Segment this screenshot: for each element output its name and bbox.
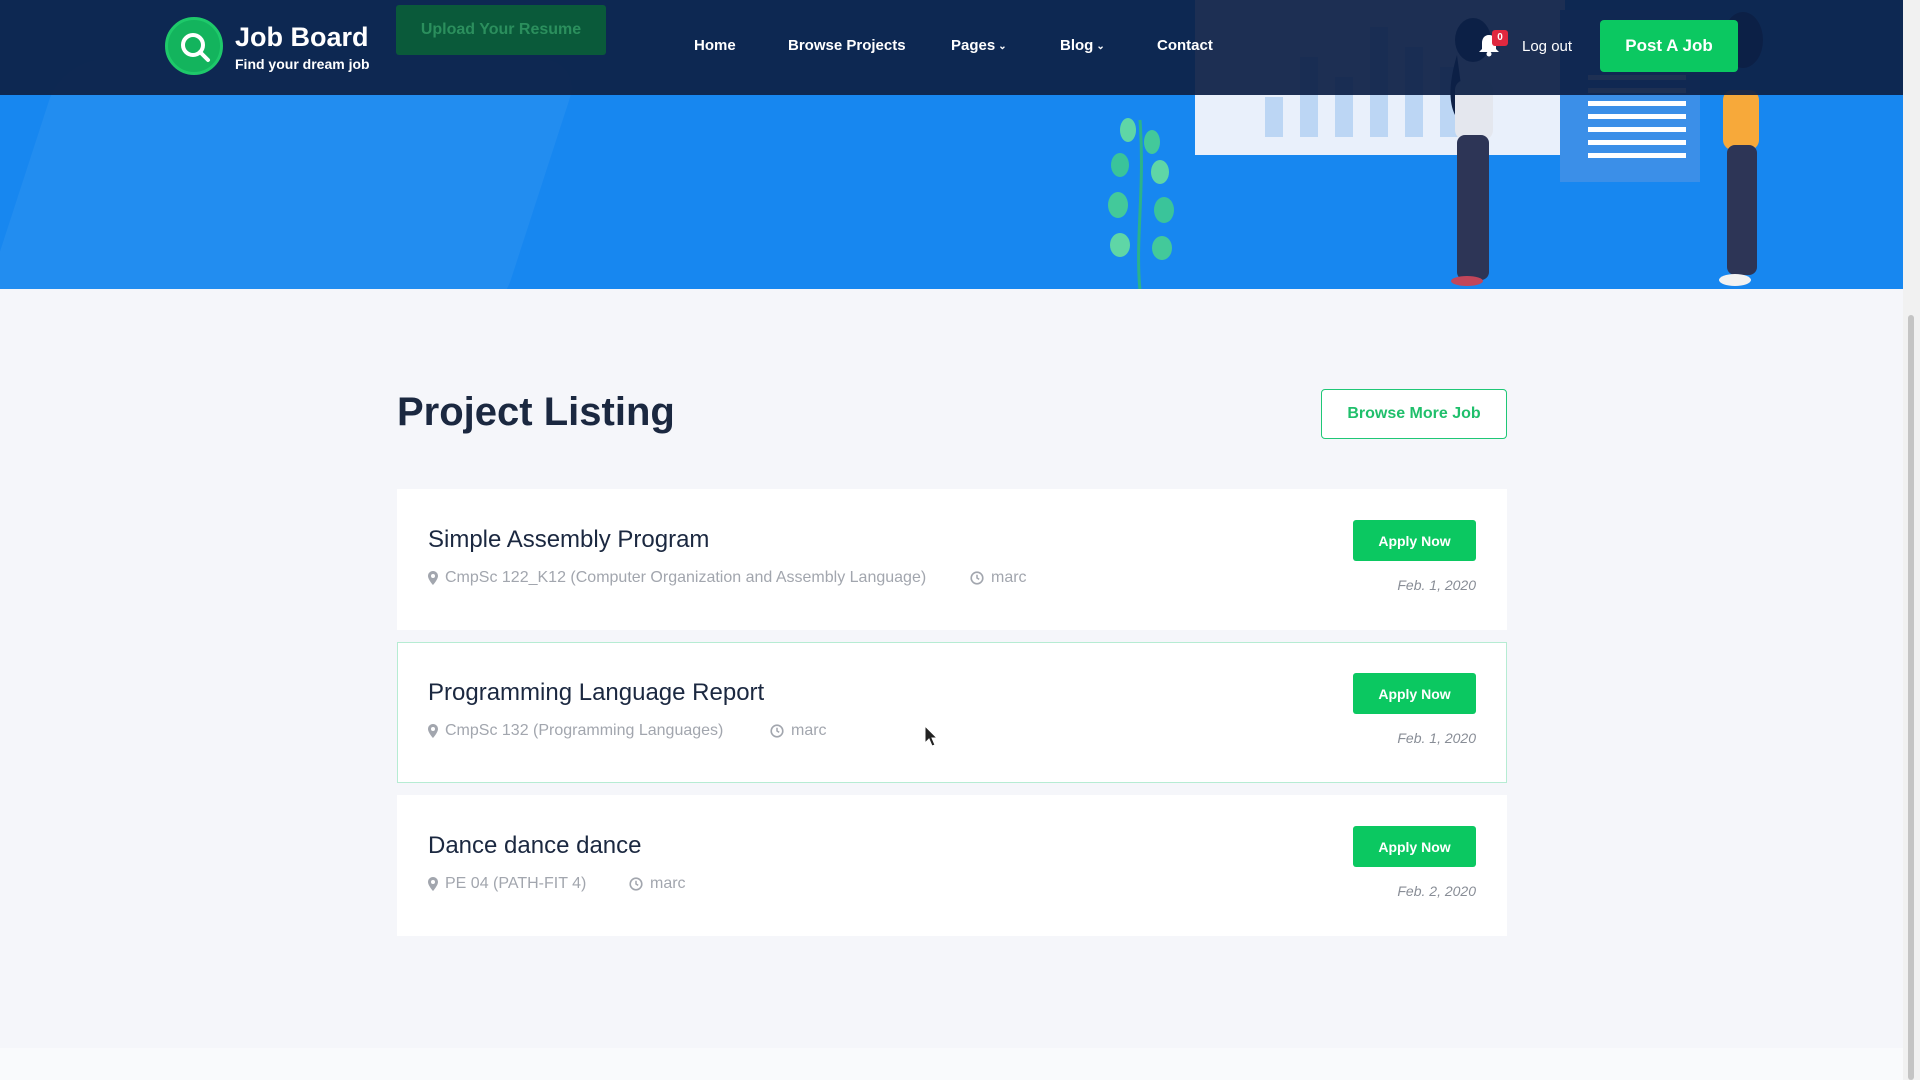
clock-icon bbox=[629, 877, 643, 891]
job-author: marc bbox=[770, 722, 827, 740]
brand-name[interactable]: Job Board bbox=[235, 22, 369, 53]
job-course-label: CmpSc 122_K12 (Computer Organization and… bbox=[445, 569, 927, 586]
job-card: Programming Language Report CmpSc 132 (P… bbox=[397, 642, 1507, 783]
scrollbar-thumb[interactable] bbox=[1908, 315, 1914, 1080]
brand-tagline: Find your dream job bbox=[235, 56, 370, 72]
job-course: CmpSc 132 (Programming Languages) bbox=[428, 722, 723, 740]
clock-icon bbox=[970, 571, 984, 585]
notification-count-badge: 0 bbox=[1492, 30, 1508, 46]
job-date: Feb. 1, 2020 bbox=[1397, 577, 1476, 593]
post-job-button[interactable]: Post A Job bbox=[1600, 20, 1738, 72]
job-date: Feb. 1, 2020 bbox=[1397, 730, 1476, 746]
job-title[interactable]: Simple Assembly Program bbox=[428, 526, 709, 554]
nav-contact[interactable]: Contact bbox=[1157, 37, 1213, 54]
apply-now-button[interactable]: Apply Now bbox=[1353, 826, 1476, 867]
nav-pages-label: Pages bbox=[951, 37, 996, 54]
job-author: marc bbox=[970, 569, 1027, 587]
job-date: Feb. 2, 2020 bbox=[1397, 883, 1476, 899]
job-course-label: CmpSc 132 (Programming Languages) bbox=[445, 722, 724, 739]
chevron-down-icon: ⌄ bbox=[1096, 40, 1105, 52]
browse-more-button[interactable]: Browse More Job bbox=[1321, 389, 1507, 439]
section-title: Project Listing bbox=[397, 390, 675, 434]
job-author: marc bbox=[629, 875, 686, 893]
job-author-label: marc bbox=[791, 722, 827, 739]
job-card: Simple Assembly Program CmpSc 122_K12 (C… bbox=[397, 489, 1507, 630]
job-author-label: marc bbox=[991, 569, 1027, 586]
footer-strip bbox=[0, 1048, 1903, 1080]
site-header: Job Board Find your dream job Upload You… bbox=[0, 0, 1903, 95]
upload-resume-button[interactable]: Upload Your Resume bbox=[396, 5, 606, 55]
job-card: Dance dance dance PE 04 (PATH-FIT 4) mar… bbox=[397, 795, 1507, 936]
job-course: CmpSc 122_K12 (Computer Organization and… bbox=[428, 569, 926, 587]
nav-blog[interactable]: Blog ⌄ bbox=[1060, 37, 1105, 54]
logo-icon[interactable] bbox=[165, 17, 223, 75]
job-course-label: PE 04 (PATH-FIT 4) bbox=[445, 875, 587, 892]
page-scrollbar[interactable] bbox=[1903, 0, 1920, 1080]
logout-link[interactable]: Log out bbox=[1522, 38, 1572, 55]
apply-now-button[interactable]: Apply Now bbox=[1353, 520, 1476, 561]
job-title[interactable]: Dance dance dance bbox=[428, 832, 642, 860]
job-title[interactable]: Programming Language Report bbox=[428, 679, 764, 707]
nav-pages[interactable]: Pages ⌄ bbox=[951, 37, 1007, 54]
plant-illustration bbox=[1108, 118, 1174, 289]
job-course: PE 04 (PATH-FIT 4) bbox=[428, 875, 586, 893]
nav-home[interactable]: Home bbox=[694, 37, 736, 54]
nav-blog-label: Blog bbox=[1060, 37, 1094, 54]
location-pin-icon bbox=[428, 571, 438, 585]
mouse-cursor-icon bbox=[924, 725, 938, 747]
location-pin-icon bbox=[428, 724, 438, 738]
clock-icon bbox=[770, 724, 784, 738]
apply-now-button[interactable]: Apply Now bbox=[1353, 673, 1476, 714]
job-author-label: marc bbox=[650, 875, 686, 892]
nav-browse-projects[interactable]: Browse Projects bbox=[788, 37, 906, 54]
chevron-down-icon: ⌄ bbox=[998, 40, 1007, 52]
location-pin-icon bbox=[428, 877, 438, 891]
